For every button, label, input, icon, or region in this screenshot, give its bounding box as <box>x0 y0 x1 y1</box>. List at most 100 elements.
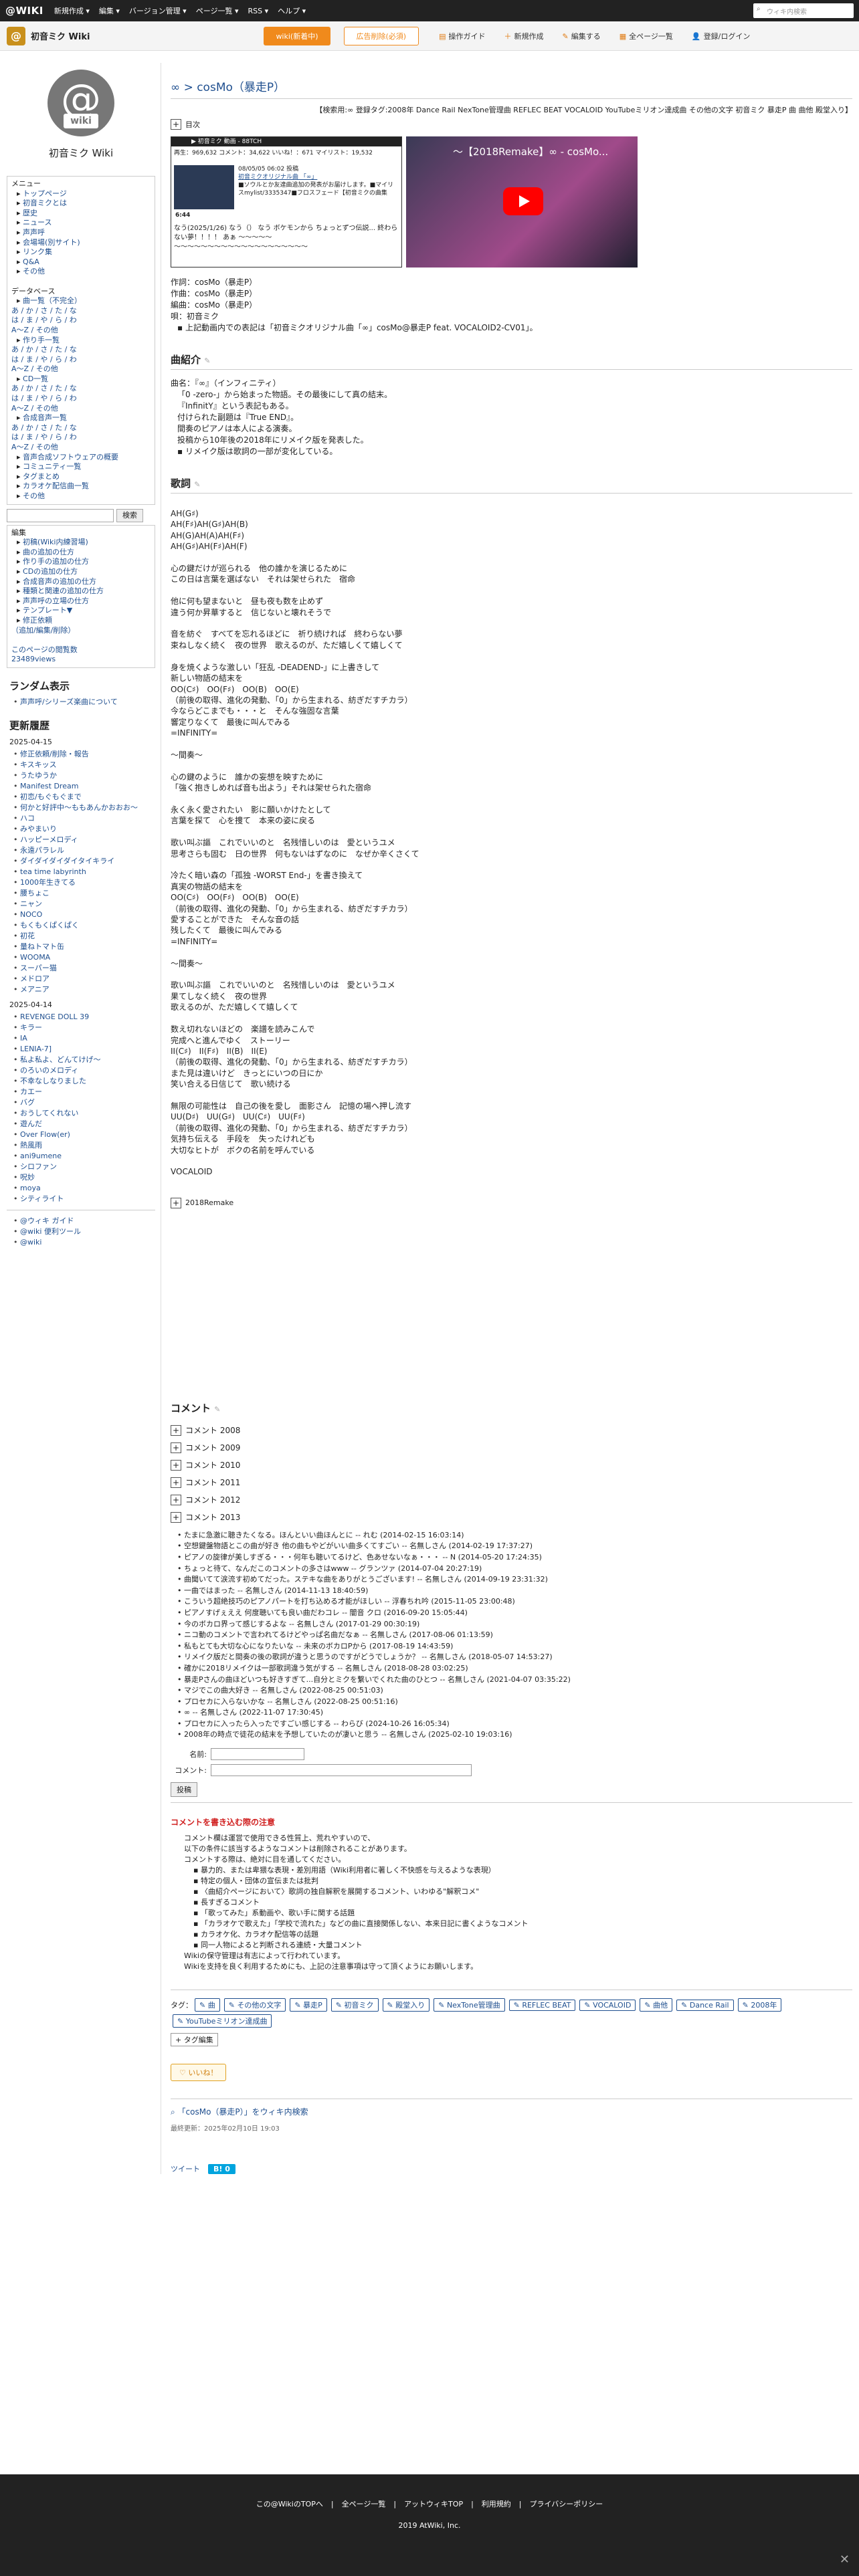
sidebar-link[interactable]: 23489views <box>11 655 56 663</box>
recent-link[interactable]: ダイダイダイダイタイキライ <box>20 857 114 865</box>
toc-toggle[interactable]: + 目次 <box>171 119 200 130</box>
edit-icon[interactable]: ✎ <box>194 480 200 489</box>
tag-link[interactable]: ✎ YouTubeミリオン達成曲 <box>173 2014 272 2028</box>
sidebar-link[interactable]: このページの閲覧数 <box>11 645 78 654</box>
comment-input[interactable] <box>211 1764 472 1777</box>
sidebar-link[interactable]: 会場場(別サイト) <box>23 238 80 247</box>
sidebar-search-input[interactable] <box>7 508 114 522</box>
sidebar-link[interactable]: A〜Z / その他 <box>11 443 58 451</box>
tag-link[interactable]: ✎ 暴走P <box>290 1998 327 2012</box>
tweet-button[interactable]: ツイート <box>171 2163 200 2174</box>
wiki-search-link[interactable]: ⌕ 「cosMo（暴走P）」をウィキ内検索 <box>171 2099 852 2117</box>
sidebar-search-button[interactable]: 検索 <box>116 508 143 522</box>
menu-help[interactable]: ヘルプ ▾ <box>278 5 306 16</box>
tag-link[interactable]: ✎ 曲他 <box>640 1998 673 2012</box>
play-icon[interactable] <box>503 187 543 215</box>
recent-link[interactable]: おうしてくれない <box>20 1109 78 1117</box>
recent-link[interactable]: 何かと好評中〜ももあんかおおお〜 <box>20 803 138 812</box>
recent-link[interactable]: キラー <box>20 1023 42 1032</box>
recent-link[interactable]: メアニア <box>20 985 50 994</box>
sidebar-link[interactable]: 種類と関連の追加の仕方 <box>23 586 104 595</box>
submit-button[interactable]: 投稿 <box>171 1782 197 1798</box>
comment-year-toggle[interactable]: + コメント 2012 <box>171 1491 852 1509</box>
menu-pages[interactable]: ページ一覧 ▾ <box>196 5 239 16</box>
sidebar-link[interactable]: 作り手一覧 <box>23 336 60 344</box>
sidebar-link[interactable]: コミュニティ一覧 <box>23 462 81 471</box>
recent-link[interactable]: ニャン <box>20 899 42 908</box>
sidebar-link[interactable]: ニュース <box>23 218 52 227</box>
tag-link[interactable]: ✎ その他の文字 <box>223 1998 286 2012</box>
recent-link[interactable]: キスキッス <box>20 760 57 769</box>
sidebar-site-name[interactable]: 初音ミク Wiki <box>7 146 155 160</box>
like-button[interactable]: ♡ いいね！ <box>171 2064 227 2082</box>
footer-link[interactable]: アットウィキTOP <box>404 2500 463 2508</box>
sidebar-link[interactable]: リンク集 <box>23 247 52 256</box>
recent-link[interactable]: 熱風雨 <box>20 1141 42 1150</box>
recent-link[interactable]: カエー <box>20 1087 42 1096</box>
recent-link[interactable]: ハコ <box>20 814 35 823</box>
recent-link[interactable]: @wiki <box>20 1238 41 1247</box>
recent-link[interactable]: みやまいり <box>20 825 57 833</box>
recent-link[interactable]: もくもくぱくぱく <box>20 921 79 930</box>
edit-icon[interactable]: ✎ <box>204 356 210 365</box>
sidebar-link[interactable]: 声声呼 <box>23 228 45 237</box>
sidebar-link[interactable]: 歴史 <box>23 209 37 217</box>
sidebar-link[interactable]: 曲一覧（不完全） <box>23 296 82 305</box>
recent-link[interactable]: 不幸なしなりました <box>20 1077 86 1085</box>
recent-link[interactable]: シロファン <box>20 1162 57 1171</box>
sidebar-link[interactable]: カラオケ配信曲一覧 <box>23 481 89 490</box>
video-thumbnail[interactable]: 6:44 <box>174 165 234 219</box>
tag-link[interactable]: ✎ NexTone管理曲 <box>434 1998 505 2012</box>
tag-link[interactable]: ✎ Dance Rail <box>676 1999 734 2011</box>
sidebar-link[interactable]: 合成音声の追加の仕方 <box>23 577 96 586</box>
recent-link[interactable]: Manifest Dream <box>20 782 78 790</box>
recent-link[interactable]: 呪妙 <box>20 1173 35 1182</box>
sidebar-link[interactable]: 音声合成ソフトウェアの概要 <box>23 453 118 461</box>
sidebar-link[interactable]: は / ま / や / ら / わ <box>11 433 77 441</box>
site-icon[interactable]: @ <box>7 26 25 45</box>
recent-link[interactable]: 初花 <box>20 932 35 940</box>
menu-edit[interactable]: 編集 ▾ <box>99 5 120 16</box>
recent-link[interactable]: NOCO <box>20 910 42 919</box>
sidebar-link[interactable]: 曲の追加の仕方 <box>23 548 74 556</box>
sidebar-link[interactable]: あ / か / さ / た / な <box>11 345 77 354</box>
tag-link[interactable]: ✎ VOCALOID <box>579 1999 636 2011</box>
tag-edit-button[interactable]: + タグ編集 <box>171 2033 218 2047</box>
sidebar-link[interactable]: A〜Z / その他 <box>11 404 58 413</box>
tag-link[interactable]: ✎ 初音ミク <box>330 1998 379 2012</box>
site-title[interactable]: 初音ミク Wiki <box>31 29 90 42</box>
sidebar-link[interactable]: CDの追加の仕方 <box>23 567 78 576</box>
sidebar-link[interactable]: あ / か / さ / た / な <box>11 306 77 315</box>
recent-link[interactable]: 遊んだ <box>20 1119 42 1128</box>
recent-link[interactable]: @ウィキ ガイド <box>20 1216 74 1225</box>
remake-toggle[interactable]: +2018Remake <box>171 1197 233 1208</box>
all-pages-button[interactable]: ▦ 全ページ一覧 <box>619 31 673 41</box>
edit-icon[interactable]: ✎ <box>214 1405 220 1414</box>
recent-link[interactable]: REVENGE DOLL 39 <box>20 1012 89 1021</box>
recent-link[interactable]: 永遠パラレル <box>20 846 64 855</box>
footer-link[interactable]: 全ページ一覧 <box>342 2500 386 2508</box>
close-icon[interactable]: ✕ <box>840 2553 850 2567</box>
sidebar-link[interactable]: （追加/編集/削除） <box>11 626 75 635</box>
sidebar-link[interactable]: トップページ <box>23 189 67 198</box>
recent-link[interactable]: IA <box>20 1034 27 1043</box>
menu-version[interactable]: バージョン管理 ▾ <box>129 5 187 16</box>
recent-link[interactable]: 腰ちょこ <box>20 889 50 897</box>
comment-year-toggle[interactable]: + コメント 2011 <box>171 1474 852 1491</box>
wiki-new-button[interactable]: wiki(新着中) <box>264 26 330 45</box>
recent-link[interactable]: うたゆうか <box>20 771 57 780</box>
sidebar-link[interactable]: Q&A <box>23 257 39 266</box>
comment-year-toggle[interactable]: + コメント 2010 <box>171 1457 852 1474</box>
recent-link[interactable]: 私よ私よ、どんてけげ〜 <box>20 1055 100 1064</box>
sidebar-link[interactable]: 合成音声一覧 <box>23 413 67 422</box>
sidebar-link[interactable]: テンプレート▼ <box>23 606 72 615</box>
new-page-button[interactable]: ＋新規作成 <box>504 31 544 41</box>
edit-page-button[interactable]: ✎ 編集する <box>563 31 601 41</box>
recent-link[interactable]: ani9umene <box>20 1152 62 1160</box>
recent-link[interactable]: バグ <box>20 1098 35 1107</box>
comment-year-toggle[interactable]: + コメント 2013 <box>171 1509 852 1526</box>
guide-button[interactable]: ▤ 操作ガイド <box>439 31 485 41</box>
sidebar-link[interactable]: は / ま / や / ら / わ <box>11 355 77 364</box>
sidebar-link[interactable]: CD一覧 <box>23 374 48 383</box>
comment-year-toggle[interactable]: + コメント 2008 <box>171 1422 852 1439</box>
